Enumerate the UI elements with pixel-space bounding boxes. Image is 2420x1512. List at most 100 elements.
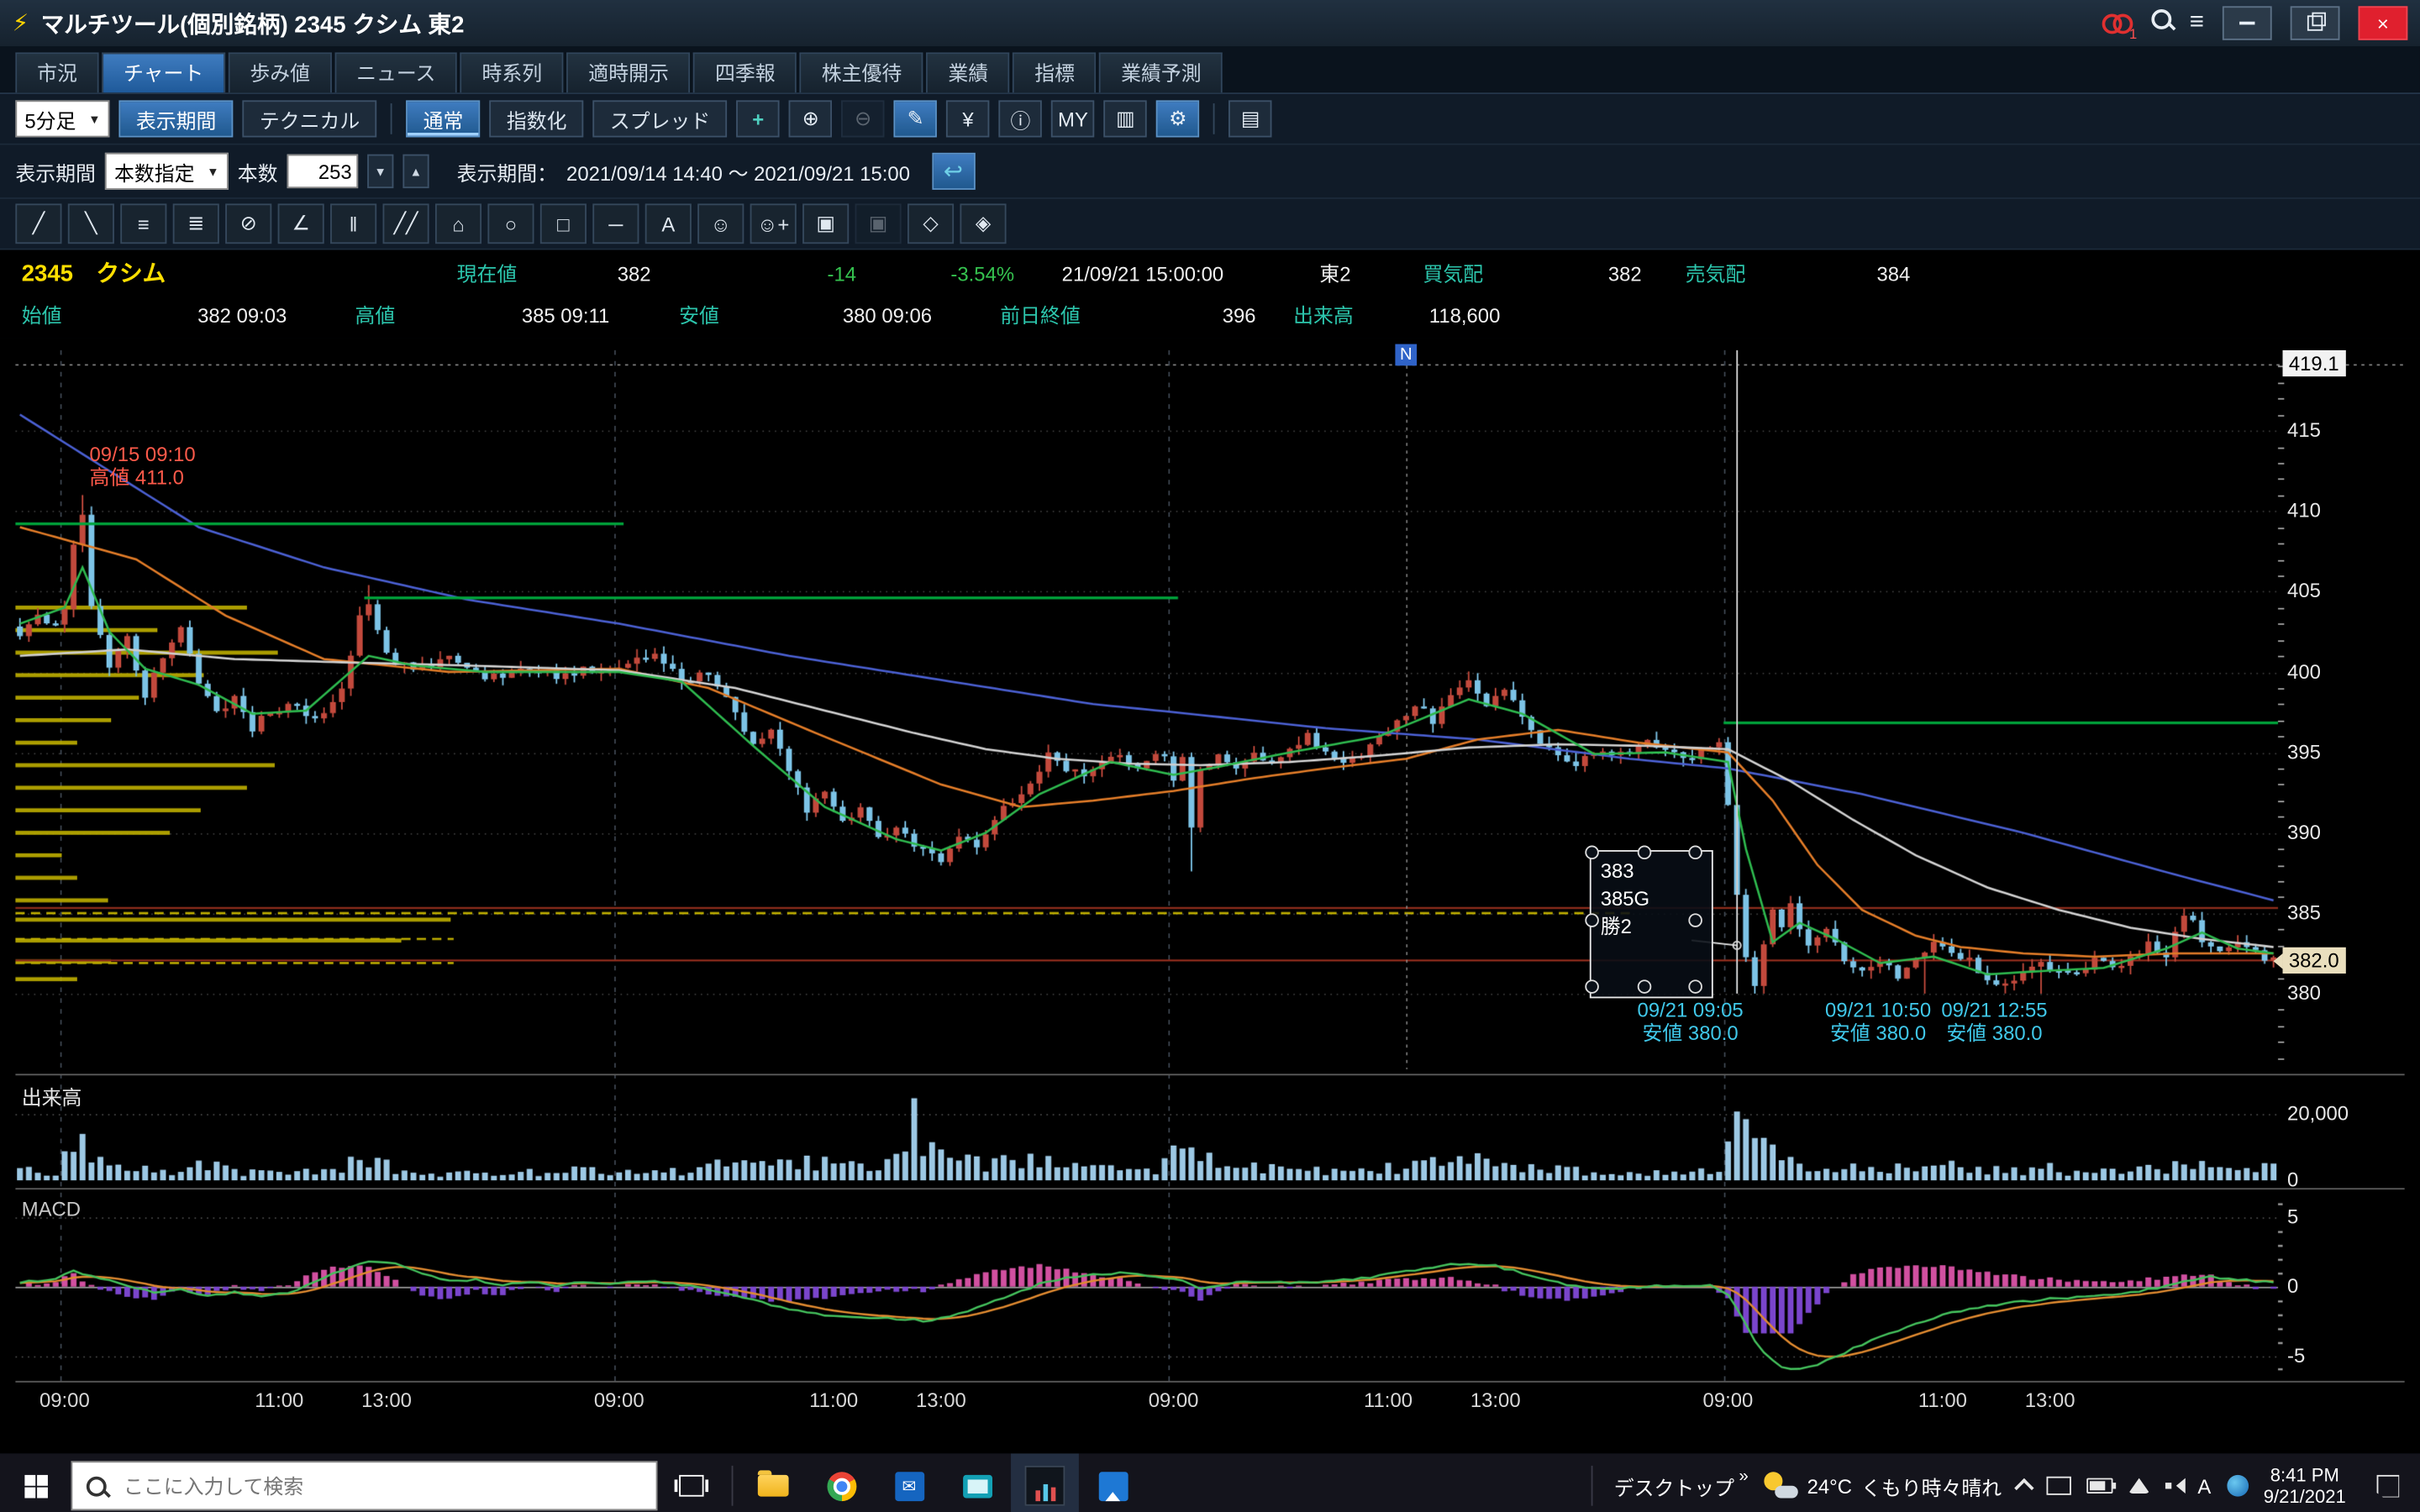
stamp-icon[interactable]: ☺ <box>697 203 744 244</box>
zoom-in-icon[interactable]: ⊕ <box>789 100 832 137</box>
app-logo-icon: ⚡ <box>13 9 29 37</box>
task-view-button[interactable] <box>657 1453 725 1512</box>
tab-業績[interactable]: 業績 <box>927 52 1010 92</box>
tray-expand-icon[interactable] <box>2014 1478 2033 1498</box>
mail-icon: ✉ <box>894 1471 923 1500</box>
printer-icon[interactable]: ▤ <box>1228 100 1271 137</box>
trading-app-button[interactable] <box>1011 1453 1079 1512</box>
add-indicator-icon[interactable]: + <box>737 100 780 137</box>
speaker-icon[interactable] <box>2165 1478 2182 1494</box>
bar-count-input[interactable] <box>287 155 358 188</box>
taskbar-clock[interactable]: 8:41 PM 9/21/2021 <box>2264 1464 2346 1507</box>
ray-line-icon[interactable]: ╲ <box>68 203 114 244</box>
minimize-button[interactable] <box>2223 6 2272 39</box>
color-app-tray-icon[interactable] <box>2227 1475 2249 1497</box>
stamp-add-icon[interactable]: ☺+ <box>750 203 797 244</box>
ime-indicator[interactable]: A <box>2197 1474 2211 1498</box>
copy-icon[interactable]: ▣ <box>802 203 849 244</box>
ask-value: 384 <box>1876 250 1910 298</box>
link-icon[interactable]: 1 <box>2102 13 2133 34</box>
action-center-button[interactable] <box>2361 1453 2413 1512</box>
note-box-handle[interactable] <box>1638 846 1652 860</box>
tab-指標[interactable]: 指標 <box>1013 52 1097 92</box>
info-icon[interactable]: ⓘ <box>999 100 1042 137</box>
close-button[interactable]: × <box>2359 6 2408 39</box>
zoom-out-icon[interactable]: ⊖ <box>841 100 884 137</box>
chrome-button[interactable] <box>808 1453 876 1512</box>
note-box-handle[interactable] <box>1585 846 1599 860</box>
count-up-button[interactable]: ▲ <box>402 155 429 188</box>
price-lines-icon[interactable]: ≣ <box>173 203 219 244</box>
chrome-icon <box>827 1471 856 1500</box>
vertical-lines-icon[interactable]: ‖ <box>330 203 376 244</box>
restore-icon <box>2307 15 2323 30</box>
weather-widget[interactable]: 24°C くもり時々晴れ <box>1764 1471 2002 1500</box>
yen-display-icon[interactable]: ¥ <box>946 100 989 137</box>
app-window: ⚡ マルチツール(個別銘柄) 2345 クシム 東2 1 ≡ × 市況チャート歩… <box>0 0 2420 1512</box>
weather-desc: くもり時々晴れ <box>1861 1471 2002 1500</box>
chevron-down-icon: ▼ <box>207 165 219 179</box>
taskbar: ✉ デスクトップ » 24°C くもり時々晴れ A <box>0 1453 2420 1512</box>
titlebar-controls: 1 ≡ × <box>2102 6 2407 39</box>
timeframe-select[interactable]: 5分足 ▼ <box>15 100 109 137</box>
tab-株主優待[interactable]: 株主優待 <box>800 52 923 92</box>
candle-style-icon[interactable]: ▥ <box>1104 100 1147 137</box>
display-period-button[interactable]: 表示期間 <box>119 100 234 137</box>
my-chart-icon[interactable]: MY <box>1051 100 1094 137</box>
mail-app-button[interactable]: ✉ <box>875 1453 943 1512</box>
tab-ニュース[interactable]: ニュース <box>334 52 457 92</box>
tab-歩み値[interactable]: 歩み値 <box>229 52 332 92</box>
paste-icon[interactable]: ▣ <box>855 203 902 244</box>
reset-period-button[interactable]: ↩ <box>932 153 975 190</box>
horizontal-segment-icon[interactable]: ─ <box>592 203 639 244</box>
clear-all-icon[interactable]: ◈ <box>960 203 1006 244</box>
wifi-icon[interactable] <box>2128 1478 2150 1494</box>
drawn-note-box[interactable]: 383385G勝2 <box>1590 850 1713 998</box>
restore-button[interactable] <box>2291 6 2340 39</box>
gann-icon[interactable]: ⊘ <box>225 203 271 244</box>
search-icon[interactable] <box>2151 9 2171 37</box>
note-box-handle[interactable] <box>1585 979 1599 994</box>
note-box-handle[interactable] <box>1585 913 1599 927</box>
tab-チャート[interactable]: チャート <box>102 52 225 92</box>
ellipse-icon[interactable]: ○ <box>487 203 534 244</box>
note-box-handle[interactable] <box>1688 979 1702 994</box>
text-icon[interactable]: A <box>645 203 692 244</box>
display-tray-icon[interactable] <box>2046 1477 2070 1495</box>
remote-app-button[interactable] <box>943 1453 1011 1512</box>
eraser-icon[interactable]: ◇ <box>908 203 954 244</box>
menu-icon[interactable]: ≡ <box>2190 9 2204 37</box>
file-explorer-button[interactable] <box>739 1453 808 1512</box>
taskbar-search-input[interactable] <box>120 1473 642 1499</box>
open-label: 始値 <box>22 297 62 334</box>
wrench-settings-icon[interactable]: ⚙ <box>1156 100 1199 137</box>
desktop-toolbar[interactable]: デスクトップ » <box>1614 1471 1749 1500</box>
photos-app-button[interactable] <box>1079 1453 1147 1512</box>
note-box-handle[interactable] <box>1688 913 1702 927</box>
trendline-icon[interactable]: ╱ <box>15 203 61 244</box>
pencil-icon[interactable]: ✎ <box>894 100 937 137</box>
battery-icon[interactable] <box>2086 1478 2112 1494</box>
normal-mode-button[interactable]: 通常 <box>406 100 480 137</box>
taskbar-search[interactable] <box>71 1461 657 1510</box>
tab-市況[interactable]: 市況 <box>15 52 98 92</box>
note-box-handle[interactable] <box>1688 846 1702 860</box>
tab-時系列[interactable]: 時系列 <box>460 52 564 92</box>
channel-icon[interactable]: ╱╱ <box>383 203 429 244</box>
start-button[interactable] <box>0 1453 71 1512</box>
market-label: 東2 <box>1319 250 1350 298</box>
rectangle-icon[interactable]: □ <box>540 203 587 244</box>
fan-lines-icon[interactable]: ∠ <box>278 203 324 244</box>
spread-mode-button[interactable]: スプレッド <box>593 100 728 137</box>
price-chart-canvas[interactable] <box>0 338 2420 1453</box>
count-down-button[interactable]: ▼ <box>367 155 393 188</box>
note-box-handle[interactable] <box>1638 979 1652 994</box>
polygon-icon[interactable]: ⌂ <box>435 203 481 244</box>
tab-四季報[interactable]: 四季報 <box>693 52 797 92</box>
technical-button[interactable]: テクニカル <box>243 100 377 137</box>
count-mode-select[interactable]: 本数指定 ▼ <box>105 153 229 190</box>
horizontal-lines-icon[interactable]: ≡ <box>120 203 166 244</box>
indexed-mode-button[interactable]: 指数化 <box>490 100 584 137</box>
tab-適時開示[interactable]: 適時開示 <box>567 52 691 92</box>
tab-業績予測[interactable]: 業績予測 <box>1099 52 1223 92</box>
